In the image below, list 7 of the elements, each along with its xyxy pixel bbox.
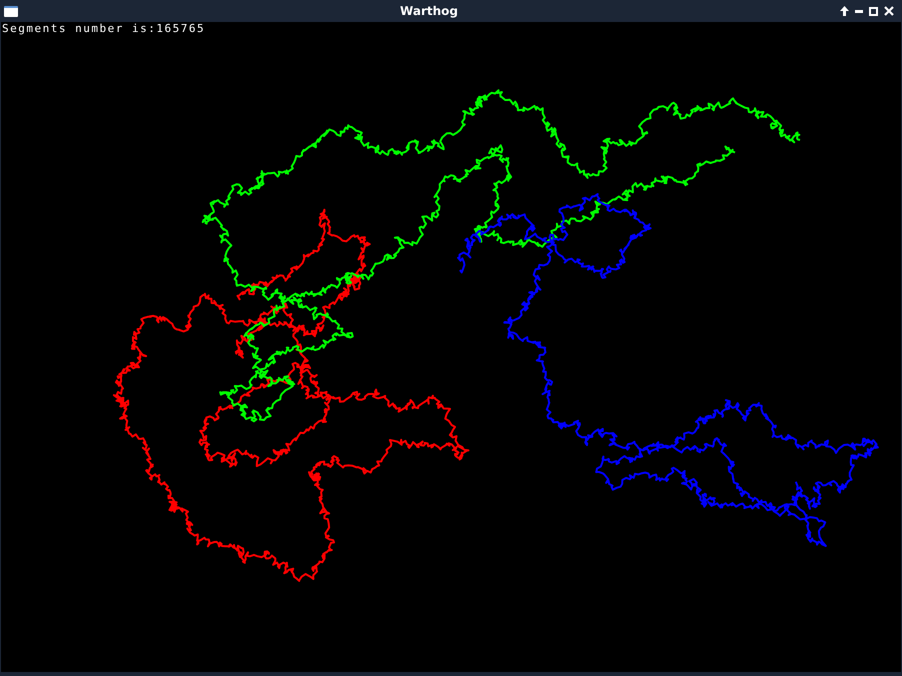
window-title: Warthog xyxy=(400,3,458,20)
arrow-up-icon[interactable] xyxy=(840,6,849,16)
minimize-icon[interactable] xyxy=(855,10,863,12)
close-icon[interactable] xyxy=(884,6,894,16)
status-text: Segments number is:165765 xyxy=(2,22,206,36)
window-icon[interactable] xyxy=(4,6,18,16)
maximize-icon[interactable] xyxy=(869,6,878,16)
